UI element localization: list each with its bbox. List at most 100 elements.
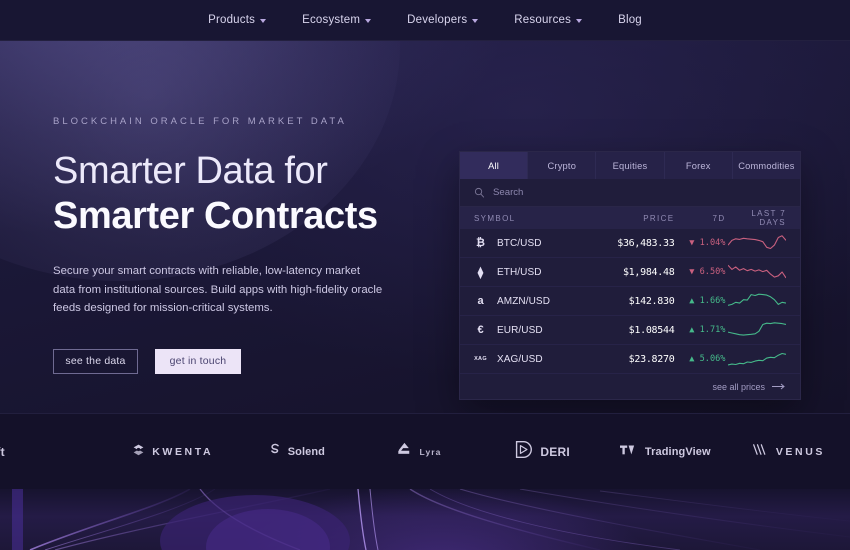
logo-drift[interactable]: rift [0, 445, 111, 459]
table-header-row: SYMBOL PRICE 7D LAST 7 DAYS [460, 207, 800, 229]
widget-footer: see all prices [460, 374, 800, 399]
kwenta-icon [132, 443, 145, 461]
change-7d-value: ▲ 1.71% [689, 325, 726, 335]
tab-equities[interactable]: Equities [596, 152, 665, 179]
sparkline-chart [725, 348, 786, 370]
change-7d-value: ▲ 1.66% [689, 296, 726, 306]
chevron-down-icon [365, 19, 372, 23]
tab-forex[interactable]: Forex [665, 152, 733, 179]
partner-logo-bar: rift KWENTA Solend [0, 413, 850, 489]
logo-label: Lyra [419, 446, 442, 457]
nav-item-developers[interactable]: Developers [407, 14, 479, 26]
light-streaks-graphic [12, 489, 850, 550]
symbol-cell: XAG XAG/USD [474, 353, 587, 366]
nav-item-label: Blog [618, 14, 642, 26]
hero-heading-line-2: Smarter Contracts [53, 195, 378, 237]
search-input[interactable] [493, 187, 723, 198]
sparkline-chart [725, 261, 786, 283]
price-table-body: ₿ BTC/USD $36,483.33 ▼ 1.04% ⧫ ETH/USD $… [460, 229, 800, 374]
sparkline-chart [725, 319, 786, 341]
bottom-hero-visual [0, 489, 850, 550]
symbol-label: BTC/USD [497, 237, 542, 249]
tab-commodities[interactable]: Commodities [733, 152, 800, 179]
chevron-down-icon [472, 19, 479, 23]
hero-copy-block: BLOCKCHAIN ORACLE FOR MARKET DATA Smarte… [53, 116, 433, 374]
symbol-cell: ₿ BTC/USD [474, 237, 587, 250]
change-7d-value: ▲ 5.06% [689, 354, 726, 364]
hero-heading-line-1: Smarter Data for [53, 150, 328, 192]
bitcoin-icon: ₿ [476, 237, 485, 249]
see-all-prices-link[interactable]: see all prices [712, 382, 786, 392]
symbol-label: ETH/USD [497, 266, 542, 278]
hero-paragraph: Secure your smart contracts with reliabl… [53, 265, 383, 314]
euro-icon: € [477, 324, 484, 336]
price-value: $1,984.48 [622, 266, 675, 278]
ethereum-icon: ⧫ [477, 266, 484, 279]
sparkline-svg [728, 264, 786, 279]
amazon-icon: a [477, 295, 484, 307]
lyra-icon [396, 442, 412, 461]
venus-icon [752, 443, 769, 461]
sparkline-chart [725, 290, 786, 312]
nav-item-resources[interactable]: Resources [514, 14, 583, 26]
logo-label: rift [0, 444, 5, 459]
sparkline-svg [728, 352, 786, 366]
table-row[interactable]: XAG XAG/USD $23.8270 ▲ 5.06% [460, 345, 800, 374]
symbol-cell: ⧫ ETH/USD [474, 266, 587, 279]
column-header-last-7-days: LAST 7 DAYS [751, 209, 786, 227]
logo-lyra[interactable]: Lyra [357, 442, 480, 461]
table-row[interactable]: a AMZN/USD $142.830 ▲ 1.66% [460, 287, 800, 316]
symbol-label: EUR/USD [497, 324, 543, 336]
nav-item-label: Products [208, 14, 256, 26]
arrow-right-icon [772, 383, 785, 390]
tradingview-icon [619, 443, 638, 461]
logo-label: KWENTA [152, 445, 214, 458]
logo-kwenta[interactable]: KWENTA [111, 443, 234, 461]
change-7d-value: ▼ 1.04% [689, 238, 726, 248]
symbol-cell: a AMZN/USD [474, 295, 587, 308]
chevron-down-icon [576, 19, 583, 23]
hero-section: BLOCKCHAIN ORACLE FOR MARKET DATA Smarte… [0, 41, 850, 413]
page-title: Smarter Data for Smarter Contracts [53, 149, 433, 239]
logo-tradingview[interactable]: TradingView [604, 443, 727, 461]
column-header-7d: 7D [712, 213, 726, 223]
nav-item-blog[interactable]: Blog [618, 14, 642, 26]
get-in-touch-button[interactable]: get in touch [155, 348, 241, 374]
tab-crypto[interactable]: Crypto [528, 152, 597, 179]
nav-item-ecosystem[interactable]: Ecosystem [302, 14, 372, 26]
search-icon [474, 187, 485, 198]
price-value: $1.08544 [628, 324, 675, 336]
logo-deri[interactable]: DERI [481, 440, 604, 464]
table-row[interactable]: ⧫ ETH/USD $1,984.48 ▼ 6.50% [460, 258, 800, 287]
table-row[interactable]: € EUR/USD $1.08544 ▲ 1.71% [460, 316, 800, 345]
partner-logos: rift KWENTA Solend [0, 440, 850, 464]
price-value: $23.8270 [628, 353, 675, 365]
symbol-label: AMZN/USD [497, 295, 551, 307]
nav-items: Products Ecosystem Developers Resources … [208, 14, 642, 26]
logo-label: VENUS [775, 445, 825, 458]
price-value: $142.830 [628, 295, 675, 307]
sparkline-chart [725, 232, 786, 254]
nav-item-label: Ecosystem [302, 14, 361, 26]
table-row[interactable]: ₿ BTC/USD $36,483.33 ▼ 1.04% [460, 229, 800, 258]
nav-item-label: Developers [407, 14, 468, 26]
symbol-cell: € EUR/USD [474, 324, 587, 337]
nav-item-products[interactable]: Products [208, 14, 267, 26]
sparkline-svg [728, 293, 786, 306]
chevron-down-icon [260, 19, 267, 23]
tab-all[interactable]: All [460, 152, 529, 179]
logo-label: DERI [540, 444, 570, 459]
column-header-symbol: SYMBOL [474, 213, 516, 223]
logo-solend[interactable]: Solend [234, 442, 357, 461]
logo-label: Solend [287, 445, 325, 458]
column-header-price: PRICE [643, 213, 675, 223]
market-price-widget: All Crypto Equities Forex Commodities SY… [459, 151, 801, 400]
sparkline-svg [728, 322, 786, 336]
sparkline-svg [728, 235, 786, 250]
logo-venus[interactable]: VENUS [727, 443, 850, 461]
logo-label: TradingView [644, 445, 711, 458]
asset-class-tabs: All Crypto Equities Forex Commodities [460, 152, 800, 179]
see-the-data-button[interactable]: see the data [53, 348, 138, 374]
change-7d-value: ▼ 6.50% [689, 267, 726, 277]
solend-icon [267, 442, 281, 461]
